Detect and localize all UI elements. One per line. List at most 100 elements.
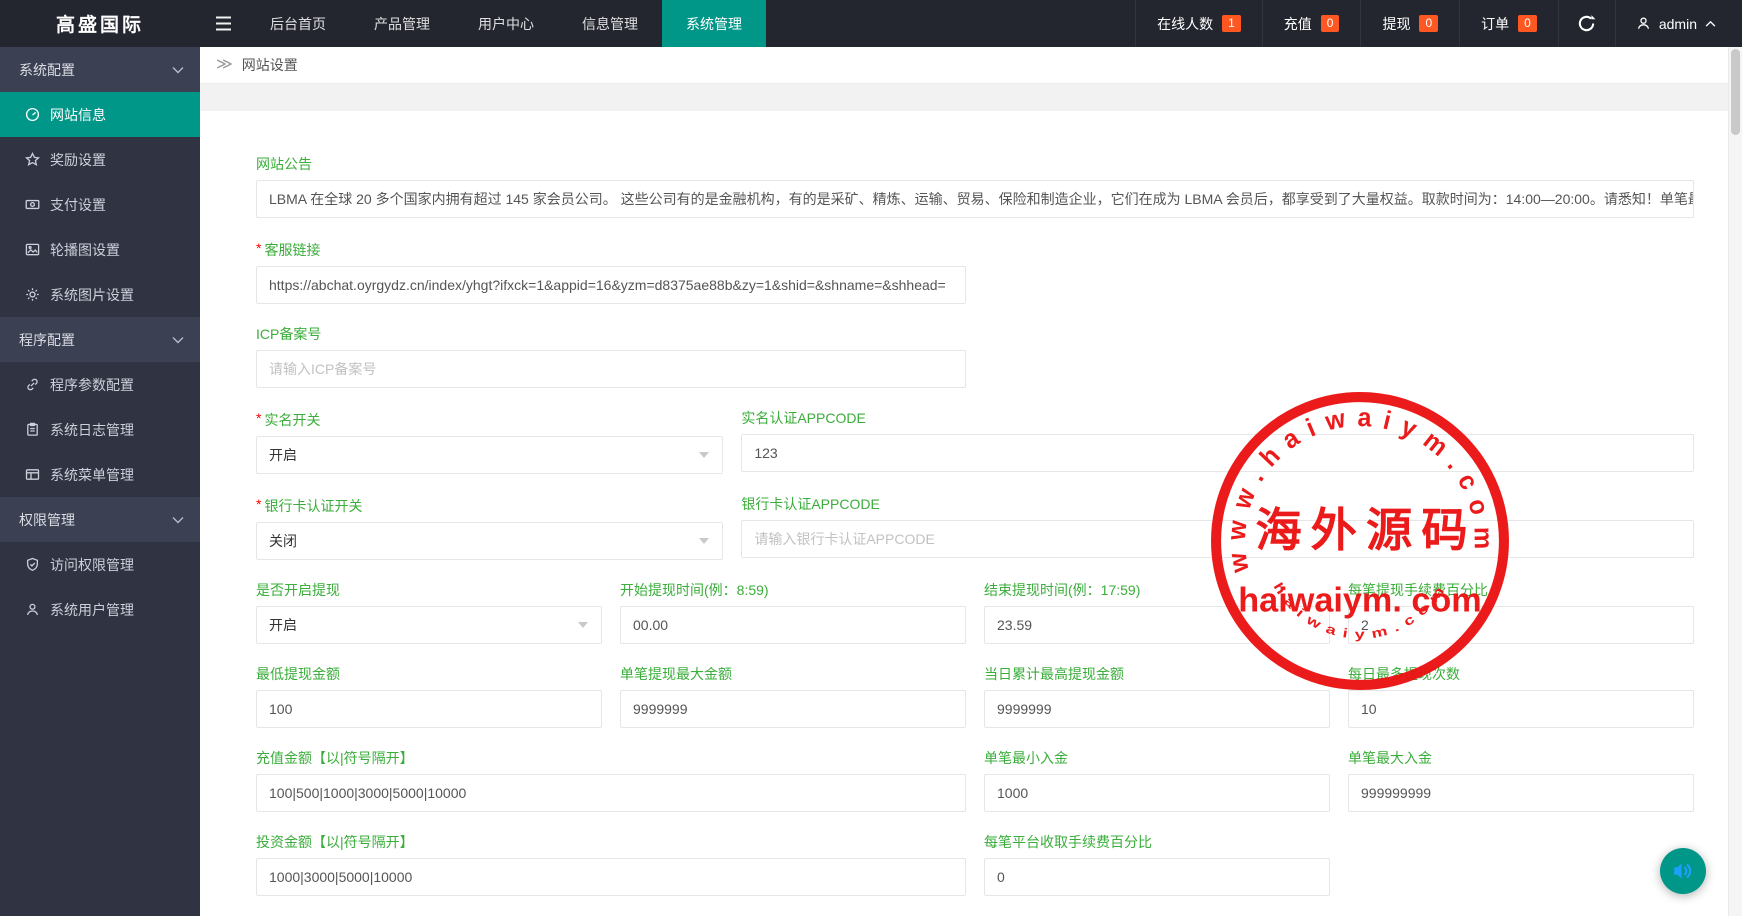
star-icon <box>25 152 40 167</box>
field-label: 每笔平台收取手续费百分比 <box>984 833 1330 851</box>
sidebar-item-label: 程序参数配置 <box>50 375 134 395</box>
form-field-invest-amounts: 投资金额【以|符号隔开】 1000|3000|5000|10000 <box>256 833 966 896</box>
sidebar-item-label: 系统菜单管理 <box>50 465 134 485</box>
field-label: 每日最多提现次数 <box>1348 665 1694 683</box>
withdraw-enabled-select[interactable]: 开启 <box>256 606 602 644</box>
sidebar-item-carousel-settings[interactable]: 轮播图设置 <box>0 227 200 272</box>
sidebar-group-program-config[interactable]: 程序配置 <box>0 317 200 362</box>
field-label: *实名开关 <box>256 409 723 429</box>
field-label: 充值金额【以|符号隔开】 <box>256 749 966 767</box>
nav-menu: 后台首页产品管理用户中心信息管理系统管理 <box>246 0 766 47</box>
sidebar-item-label: 系统图片设置 <box>50 285 134 305</box>
field-label: *客服链接 <box>256 239 966 259</box>
sidebar-item-reward-settings[interactable]: 奖励设置 <box>0 137 200 182</box>
withdraw-max-single-input[interactable]: 9999999 <box>620 690 966 728</box>
icp-number-input[interactable]: 请输入ICP备案号 <box>256 350 966 388</box>
withdraw-start-time-input[interactable]: 00.00 <box>620 606 966 644</box>
image-icon <box>25 242 40 257</box>
form-row: 投资金额【以|符号隔开】 1000|3000|5000|10000 每笔平台收取手续… <box>256 833 1694 896</box>
sidebar-item-system-menus[interactable]: 系统菜单管理 <box>0 452 200 497</box>
platform-fee-percent-input[interactable]: 0 <box>984 858 1330 896</box>
required-asterisk: * <box>256 240 261 256</box>
field-label: 每笔提现手续费百分比 <box>1348 581 1694 599</box>
form-row: 是否开启提现开启开始提现时间(例：8:59) 00.00 结束提现时间(例：17:5… <box>256 581 1694 644</box>
speaker-icon <box>1671 859 1695 883</box>
sidebar-group-label: 程序配置 <box>19 330 75 350</box>
withdraw-max-daily-input[interactable]: 9999999 <box>984 690 1330 728</box>
realname-switch-select[interactable]: 开启 <box>256 436 723 474</box>
form-field-deposit-max: 单笔最大入金999999999 <box>1348 749 1694 812</box>
nav-item-products[interactable]: 产品管理 <box>350 0 454 47</box>
withdraw-fee-percent-input[interactable]: 2 <box>1348 606 1694 644</box>
top-navbar: 高盛国际 后台首页产品管理用户中心信息管理系统管理 在线人数1充值0提现0订单0… <box>0 0 1742 47</box>
recharge-amounts-input[interactable]: 100|500|1000|3000|5000|10000 <box>256 774 966 812</box>
sidebar-item-system-image-settings[interactable]: 系统图片设置 <box>0 272 200 317</box>
form-field-withdraw-end-time: 结束提现时间(例：17:59) 23.59 <box>984 581 1330 644</box>
sidebar-item-site-info[interactable]: 网站信息 <box>0 92 200 137</box>
chevron-up-icon <box>1705 20 1716 27</box>
stat-online-users[interactable]: 在线人数1 <box>1135 0 1262 47</box>
field-label: 结束提现时间(例：17:59) <box>984 581 1330 599</box>
form-field-service-link: *客服链接 https://abchat.oyrgydz.cn/index/yhg… <box>256 239 966 304</box>
sidebar-item-system-users[interactable]: 系统用户管理 <box>0 587 200 632</box>
form-row: 最低提现金额100单笔提现最大金额9999999当日累计最高提现金额999999… <box>256 665 1694 728</box>
link-icon <box>25 377 40 392</box>
form-field-withdraw-start-time: 开始提现时间(例：8:59) 00.00 <box>620 581 966 644</box>
gear-icon <box>25 287 40 302</box>
field-label: 银行卡认证APPCODE <box>741 495 1694 513</box>
user-menu[interactable]: admin <box>1615 0 1742 47</box>
field-label: 实名认证APPCODE <box>741 409 1694 427</box>
withdraw-end-time-input[interactable]: 23.59 <box>984 606 1330 644</box>
sidebar-item-label: 系统用户管理 <box>50 600 134 620</box>
stat-label: 提现 <box>1382 14 1410 34</box>
stat-withdraw[interactable]: 提现0 <box>1360 0 1459 47</box>
field-label: 投资金额【以|符号隔开】 <box>256 833 966 851</box>
stat-orders[interactable]: 订单0 <box>1459 0 1558 47</box>
sidebar-item-program-params[interactable]: 程序参数配置 <box>0 362 200 407</box>
deposit-max-input[interactable]: 999999999 <box>1348 774 1694 812</box>
sidebar: 系统配置网站信息奖励设置支付设置轮播图设置系统图片设置程序配置程序参数配置系统日… <box>0 47 200 916</box>
sidebar-item-label: 系统日志管理 <box>50 420 134 440</box>
realname-appcode-input[interactable]: 123 <box>741 434 1694 472</box>
scrollbar-thumb[interactable] <box>1731 49 1740 135</box>
nav-item-info[interactable]: 信息管理 <box>558 0 662 47</box>
field-label: ICP备案号 <box>256 325 966 343</box>
nav-item-users[interactable]: 用户中心 <box>454 0 558 47</box>
stat-badge: 1 <box>1222 15 1241 32</box>
sidebar-item-payment-settings[interactable]: 支付设置 <box>0 182 200 227</box>
sidebar-item-access-permissions[interactable]: 访问权限管理 <box>0 542 200 587</box>
invest-amounts-input[interactable]: 1000|3000|5000|10000 <box>256 858 966 896</box>
sidebar-group-permission-mgmt[interactable]: 权限管理 <box>0 497 200 542</box>
service-link-input[interactable]: https://abchat.oyrgydz.cn/index/yhgt?ifx… <box>256 266 966 304</box>
username: admin <box>1659 16 1697 32</box>
sidebar-group-system-config[interactable]: 系统配置 <box>0 47 200 92</box>
withdraw-times-daily-input[interactable]: 10 <box>1348 690 1694 728</box>
content-card: 网站公告LBMA 在全球 20 多个国家内拥有超过 145 家会员公司。 这些公… <box>200 111 1742 916</box>
nav-item-system[interactable]: 系统管理 <box>662 0 766 47</box>
bankcard-appcode-input[interactable]: 请输入银行卡认证APPCODE <box>741 520 1694 558</box>
sidebar-item-system-logs[interactable]: 系统日志管理 <box>0 407 200 452</box>
stat-label: 订单 <box>1481 14 1509 34</box>
sidebar-item-label: 网站信息 <box>50 105 106 125</box>
form-field-withdraw-enabled: 是否开启提现开启 <box>256 581 602 644</box>
refresh-button[interactable] <box>1558 0 1615 47</box>
site-settings-form: 网站公告LBMA 在全球 20 多个国家内拥有超过 145 家会员公司。 这些公… <box>200 111 1742 896</box>
deposit-min-input[interactable]: 1000 <box>984 774 1330 812</box>
hamburger-icon[interactable] <box>200 0 246 47</box>
stat-recharge[interactable]: 充值 0 <box>1262 0 1361 47</box>
floating-action-button[interactable] <box>1660 848 1706 894</box>
vertical-scrollbar[interactable] <box>1728 47 1742 916</box>
breadcrumb-chevrons-icon: ≫ <box>216 57 233 73</box>
bankcard-switch-select[interactable]: 关闭 <box>256 522 723 560</box>
stat-badge: 0 <box>1321 15 1340 32</box>
form-field-withdraw-max-daily: 当日累计最高提现金额9999999 <box>984 665 1330 728</box>
field-label: 开始提现时间(例：8:59) <box>620 581 966 599</box>
withdraw-min-input[interactable]: 100 <box>256 690 602 728</box>
chevron-down-icon <box>172 516 184 524</box>
nav-item-home[interactable]: 后台首页 <box>246 0 350 47</box>
person-icon <box>1636 16 1651 31</box>
required-asterisk: * <box>256 496 261 512</box>
stat-label: 充值 <box>1284 14 1312 34</box>
form-field-withdraw-times-daily: 每日最多提现次数 10 <box>1348 665 1694 728</box>
site-notice-input[interactable]: LBMA 在全球 20 多个国家内拥有超过 145 家会员公司。 这些公司有的是… <box>256 180 1694 218</box>
